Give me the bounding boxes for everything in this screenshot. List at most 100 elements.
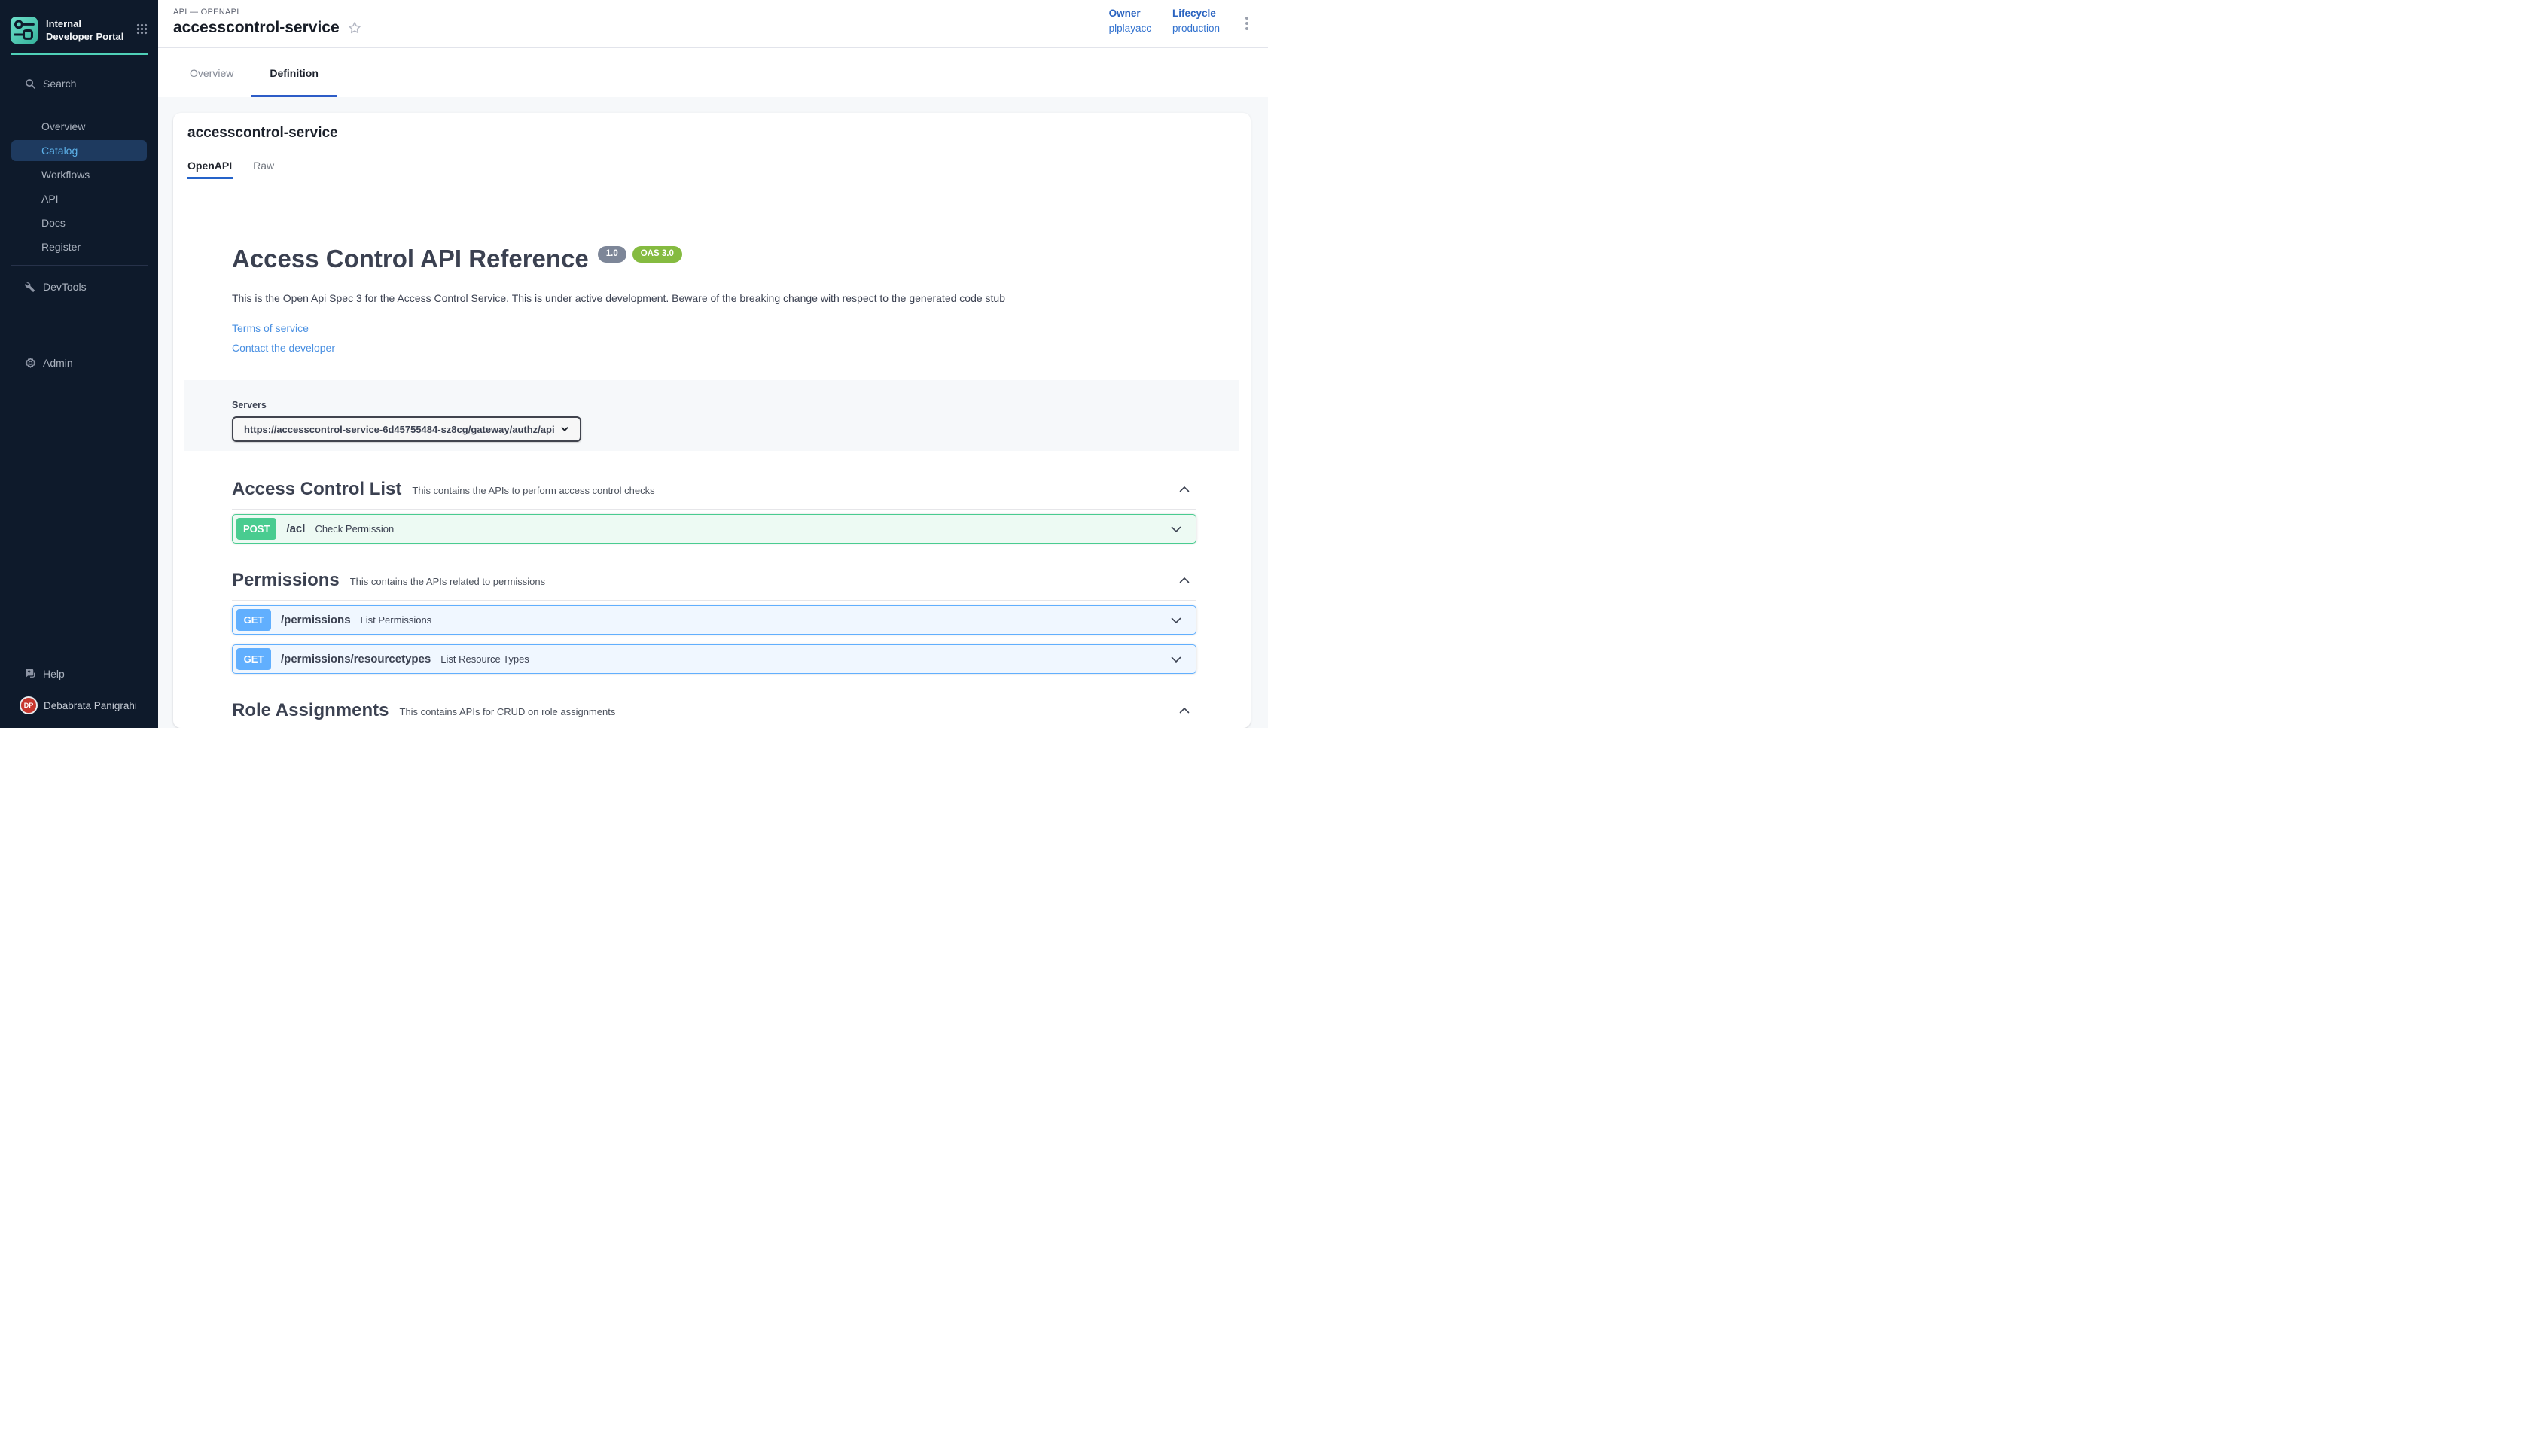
- sidebar-item-devtools[interactable]: DevTools: [0, 275, 158, 299]
- sidebar-item-api[interactable]: API: [0, 187, 158, 211]
- tab-openapi[interactable]: OpenAPI: [187, 160, 232, 179]
- oas-badge: OAS 3.0: [632, 246, 682, 263]
- section-title: Permissions: [232, 569, 340, 591]
- sidebar: Internal Developer Portal Search Overvie…: [0, 0, 158, 728]
- favorite-star-icon[interactable]: [347, 20, 362, 35]
- main-area: API — OPENAPI accesscontrol-service Owne…: [158, 0, 1268, 728]
- endpoint-get-permissions[interactable]: GET /permissions List Permissions: [232, 605, 1196, 635]
- sidebar-item-help[interactable]: ? Help: [0, 662, 158, 686]
- sidebar-item-label: Search: [43, 78, 76, 90]
- api-title: Access Control API Reference: [232, 246, 589, 271]
- server-url-select[interactable]: https://accesscontrol-service-6d45755484…: [232, 416, 581, 442]
- sidebar-item-label: API: [41, 193, 59, 205]
- sidebar-brand[interactable]: Internal Developer Portal: [0, 0, 158, 44]
- swagger-ui: Access Control API Reference 1.0 OAS 3.0…: [173, 246, 1251, 728]
- sidebar-item-label: DevTools: [43, 281, 87, 293]
- endpoint-summary: Check Permission: [315, 523, 394, 535]
- sidebar-item-admin[interactable]: Admin: [0, 351, 158, 375]
- chevron-down-icon: [560, 425, 569, 434]
- definition-card: accesscontrol-service OpenAPI Raw Access…: [173, 113, 1251, 728]
- section-header[interactable]: Access Control List This contains the AP…: [232, 478, 1196, 500]
- servers-section: Servers https://accesscontrol-service-6d…: [184, 380, 1239, 451]
- brand-title: Internal Developer Portal: [46, 16, 129, 44]
- section-title: Role Assignments: [232, 699, 389, 721]
- sidebar-item-label: Overview: [41, 120, 85, 133]
- endpoint-summary: List Resource Types: [440, 653, 529, 665]
- lifecycle-meta: Lifecycle production: [1172, 8, 1220, 34]
- endpoint-path: /permissions: [281, 614, 351, 626]
- chevron-down-icon[interactable]: [1170, 654, 1182, 665]
- chevron-down-icon[interactable]: [1170, 615, 1182, 626]
- section-title: Access Control List: [232, 478, 401, 500]
- definition-format-tabs: OpenAPI Raw: [173, 160, 1251, 179]
- entity-header: API — OPENAPI accesscontrol-service Owne…: [158, 0, 1268, 48]
- card-title: accesscontrol-service: [173, 113, 1251, 142]
- section-divider: [232, 509, 1196, 510]
- sidebar-item-docs[interactable]: Docs: [0, 211, 158, 235]
- svg-text:?: ?: [27, 671, 30, 676]
- section-role-assignments: Role Assignments This contains APIs for …: [232, 699, 1196, 728]
- tab-definition[interactable]: Definition: [251, 48, 337, 97]
- sidebar-item-catalog[interactable]: Catalog: [11, 140, 147, 161]
- section-description: This contains the APIs to perform access…: [412, 482, 654, 496]
- lifecycle-label: Lifecycle: [1172, 8, 1220, 19]
- gear-icon: [25, 357, 36, 369]
- endpoint-path: /permissions/resourcetypes: [281, 653, 431, 666]
- sidebar-item-workflows[interactable]: Workflows: [0, 163, 158, 187]
- user-name: Debabrata Panigrahi: [44, 700, 137, 711]
- sidebar-item-overview[interactable]: Overview: [0, 114, 158, 139]
- section-permissions: Permissions This contains the APIs relat…: [232, 569, 1196, 674]
- help-chat-icon: ?: [25, 668, 36, 680]
- entity-tabs: Overview Definition: [158, 48, 1268, 97]
- sidebar-item-search[interactable]: Search: [0, 72, 158, 96]
- sidebar-item-label: Register: [41, 241, 81, 253]
- section-description: This contains APIs for CRUD on role assi…: [400, 703, 616, 717]
- avatar: DP: [20, 696, 38, 714]
- chevron-down-icon[interactable]: [1170, 524, 1182, 535]
- method-badge: GET: [236, 609, 271, 631]
- user-menu[interactable]: DP Debabrata Panigrahi: [0, 696, 158, 714]
- section-access-control-list: Access Control List This contains the AP…: [232, 478, 1196, 544]
- server-url-value: https://accesscontrol-service-6d45755484…: [244, 424, 555, 435]
- contact-developer-link[interactable]: Contact the developer: [232, 342, 1251, 355]
- chevron-up-icon[interactable]: [1178, 575, 1190, 586]
- terms-of-service-link[interactable]: Terms of service: [232, 322, 1251, 335]
- endpoint-summary: List Permissions: [361, 614, 432, 626]
- lifecycle-value: production: [1172, 23, 1220, 34]
- method-badge: GET: [236, 648, 271, 670]
- breadcrumb: API — OPENAPI: [173, 0, 1268, 17]
- wrench-icon: [25, 282, 36, 293]
- section-divider: [232, 600, 1196, 601]
- brand-accent-divider: [11, 53, 148, 55]
- endpoint-path: /acl: [286, 522, 305, 535]
- more-options-kebab-icon[interactable]: [1245, 17, 1248, 30]
- section-header[interactable]: Permissions This contains the APIs relat…: [232, 569, 1196, 591]
- sidebar-divider: [11, 265, 148, 266]
- tab-raw[interactable]: Raw: [253, 160, 274, 179]
- sidebar-item-label: Docs: [41, 217, 66, 229]
- api-description: This is the Open Api Spec 3 for the Acce…: [232, 292, 1183, 304]
- endpoint-post-acl[interactable]: POST /acl Check Permission: [232, 514, 1196, 544]
- owner-link[interactable]: plplayacc: [1109, 23, 1151, 34]
- chevron-up-icon[interactable]: [1178, 484, 1190, 495]
- chevron-up-icon[interactable]: [1178, 705, 1190, 716]
- app-window: Internal Developer Portal Search Overvie…: [0, 0, 1268, 728]
- page-title: accesscontrol-service: [173, 19, 340, 37]
- apps-grid-icon[interactable]: [136, 16, 148, 35]
- sidebar-item-register[interactable]: Register: [0, 235, 158, 259]
- sidebar-spacer: [0, 375, 158, 662]
- tab-overview[interactable]: Overview: [172, 48, 251, 97]
- method-badge: POST: [236, 518, 276, 540]
- portal-logo-icon: [10, 16, 38, 44]
- content-background: accesscontrol-service OpenAPI Raw Access…: [158, 97, 1268, 728]
- search-icon: [25, 78, 36, 90]
- endpoint-get-permissions-resourcetypes[interactable]: GET /permissions/resourcetypes List Reso…: [232, 644, 1196, 674]
- owner-meta: Owner plplayacc: [1109, 8, 1151, 34]
- sidebar-item-label: Admin: [43, 357, 73, 369]
- servers-label: Servers: [232, 400, 1239, 410]
- section-header[interactable]: Role Assignments This contains APIs for …: [232, 699, 1196, 721]
- sidebar-item-label: Help: [43, 668, 65, 680]
- sidebar-item-label: Catalog: [41, 145, 78, 157]
- version-badge: 1.0: [598, 246, 626, 263]
- section-description: This contains the APIs related to permis…: [350, 573, 545, 587]
